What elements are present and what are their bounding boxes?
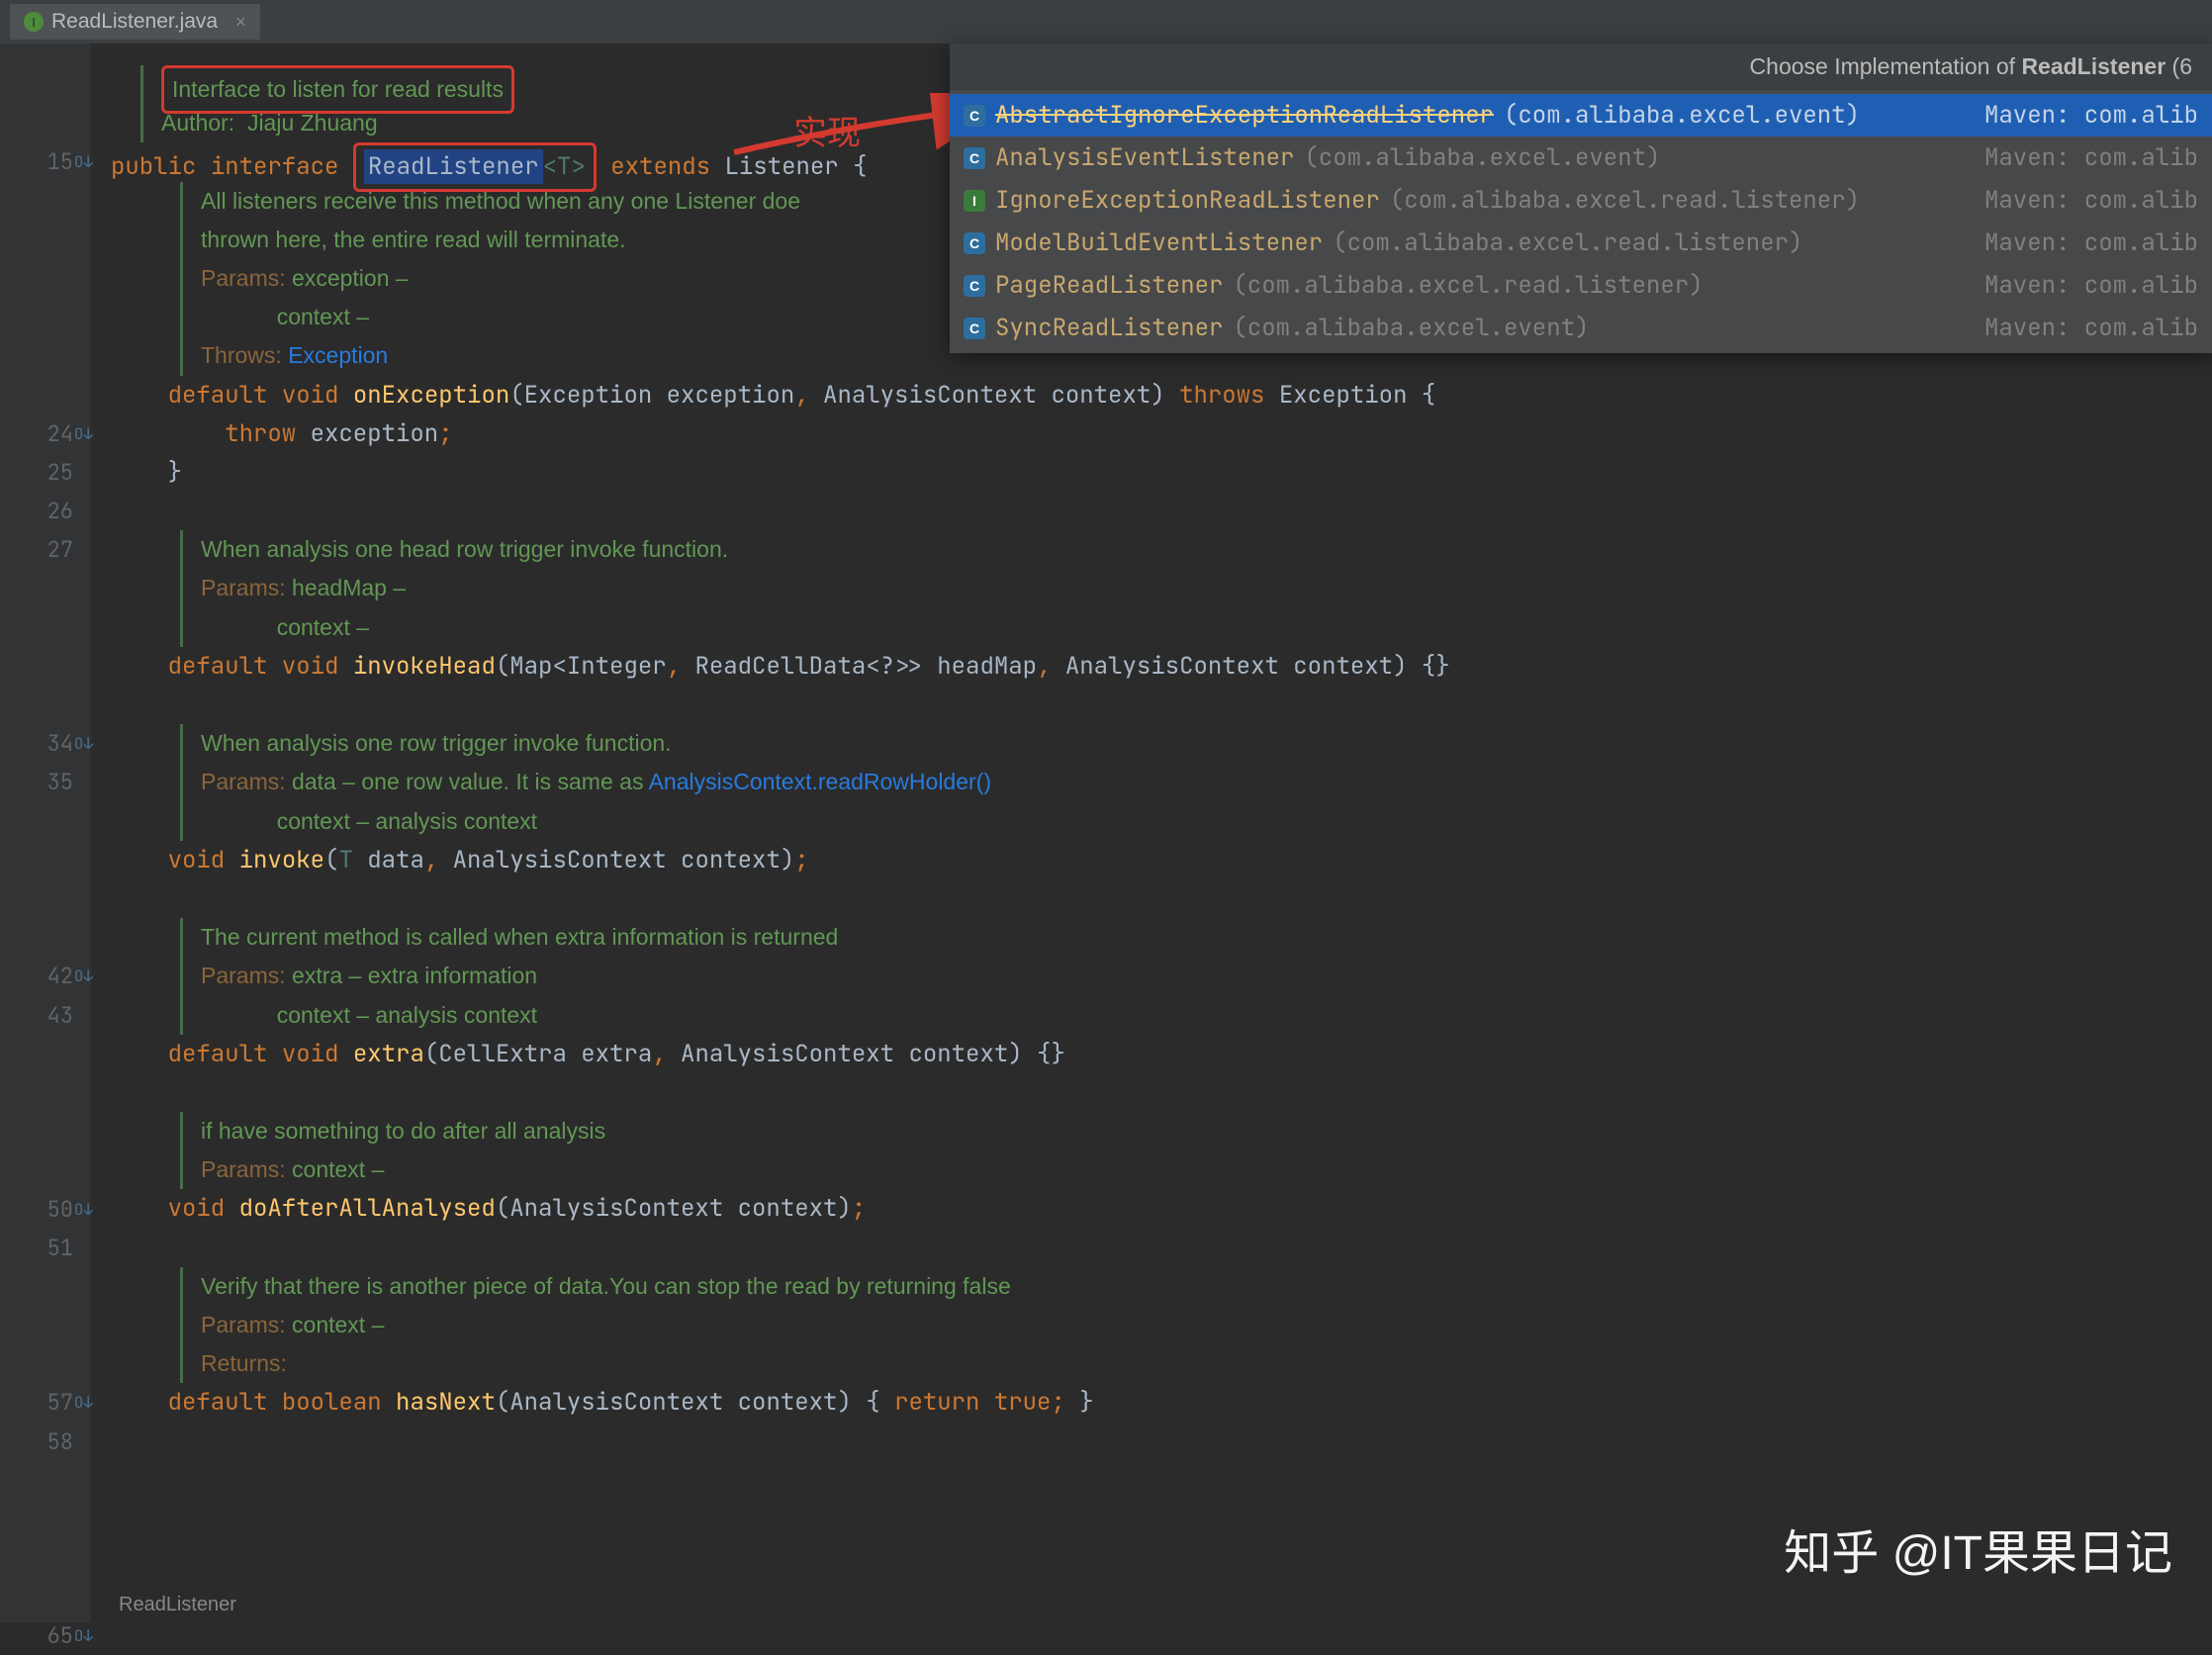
popup-list: C AbstractIgnoreExceptionReadListener (co… — [950, 90, 2212, 353]
gutter-line: 50O↓ — [0, 1189, 91, 1228]
gutter-line: 58 — [0, 1423, 91, 1461]
code-line-43[interactable] — [91, 879, 2212, 918]
code-line-35[interactable] — [91, 686, 2212, 724]
item-maven: Maven: com.alib — [1984, 228, 2198, 258]
breadcrumb[interactable]: ReadListener — [119, 1594, 236, 1616]
item-package: (com.alibaba.excel.event) — [1304, 142, 1660, 173]
interface-icon: I — [964, 190, 985, 212]
class-icon: C — [964, 275, 985, 297]
item-name: AnalysisEventListener — [995, 142, 1294, 173]
gutter-line — [0, 221, 91, 259]
gutter-line: 26 — [0, 492, 91, 530]
gutter-line — [0, 918, 91, 957]
popup-item[interactable]: C PageReadListener (com.alibaba.excel.rea… — [950, 264, 2212, 307]
code-line-27[interactable] — [91, 492, 2212, 530]
gutter-line: 15O↓ — [0, 142, 91, 181]
gutter-line: 25 — [0, 453, 91, 492]
item-name: ModelBuildEventListener — [995, 228, 1323, 258]
code-line-42[interactable]: void invoke(T data, AnalysisContext cont… — [91, 841, 2212, 879]
gutter-line — [0, 802, 91, 841]
gutter-line: 24O↓ — [0, 414, 91, 453]
code-line-51[interactable] — [91, 1073, 2212, 1112]
gutter-line — [0, 1112, 91, 1150]
gutter-line — [0, 686, 91, 724]
item-package: (com.alibaba.excel.event) — [1504, 100, 1860, 131]
popup-item[interactable]: I IgnoreExceptionReadListener (com.alibab… — [950, 179, 2212, 222]
gutter-line — [0, 879, 91, 918]
code-line-25[interactable]: throw exception; — [91, 414, 2212, 453]
code-line-34[interactable]: default void invokeHead(Map<Integer, Rea… — [91, 647, 2212, 686]
override-icon[interactable]: O↓ — [74, 1625, 93, 1646]
gutter-line — [0, 1344, 91, 1383]
popup-item[interactable]: C SyncReadListener (com.alibaba.excel.eve… — [950, 307, 2212, 349]
item-maven: Maven: com.alib — [1984, 142, 2198, 173]
gutter-line — [0, 1073, 91, 1112]
gutter-line: 42O↓ — [0, 957, 91, 995]
code-line-50[interactable]: default void extra(CellExtra extra, Anal… — [91, 1035, 2212, 1073]
item-name: IgnoreExceptionReadListener — [995, 185, 1380, 216]
item-package: (com.alibaba.excel.read.listener) — [1333, 228, 1802, 258]
gutter-line — [0, 1267, 91, 1306]
gutter-line — [0, 104, 91, 142]
item-package: (com.alibaba.excel.read.listener) — [1233, 270, 1703, 301]
gutter-line — [0, 1577, 91, 1615]
item-name: PageReadListener — [995, 270, 1223, 301]
gutter-line — [0, 841, 91, 879]
item-package: (com.alibaba.excel.read.listener) — [1390, 185, 1860, 216]
gutter-line — [0, 182, 91, 221]
gutter-line — [0, 1035, 91, 1073]
code-line-58[interactable] — [91, 1229, 2212, 1267]
implementation-popup: Choose Implementation of ReadListener (6… — [950, 44, 2212, 353]
interface-icon: I — [24, 12, 44, 32]
popup-item[interactable]: C AnalysisEventListener (com.alibaba.exce… — [950, 137, 2212, 179]
gutter-line: 51 — [0, 1229, 91, 1267]
gutter-line — [0, 336, 91, 375]
popup-title: Choose Implementation of ReadListener (6 — [950, 44, 2212, 90]
class-icon: C — [964, 232, 985, 254]
class-icon: C — [964, 147, 985, 169]
item-name: SyncReadListener — [995, 313, 1223, 343]
gutter-line: 43 — [0, 996, 91, 1035]
item-maven: Maven: com.alib — [1984, 185, 2198, 216]
gutter-line: 27 — [0, 530, 91, 569]
class-icon: C — [964, 318, 985, 339]
popup-item[interactable]: C ModelBuildEventListener (com.alibaba.ex… — [950, 222, 2212, 264]
gutter-line: 34O↓ — [0, 724, 91, 763]
gutter-line — [0, 569, 91, 607]
watermark: 知乎 @IT果果日记 — [1784, 1514, 2172, 1583]
annotation-label: 实现 — [793, 115, 861, 153]
gutter-line — [0, 376, 91, 414]
code-line-65[interactable]: default boolean hasNext(AnalysisContext … — [91, 1383, 2212, 1422]
file-tab[interactable]: I ReadListener.java × — [10, 4, 260, 40]
gutter-line — [0, 1538, 91, 1577]
tab-bar: I ReadListener.java × — [0, 0, 2212, 44]
code-line-26[interactable]: } — [91, 453, 2212, 492]
gutter-line — [0, 1461, 91, 1500]
item-maven: Maven: com.alib — [1984, 313, 2198, 343]
class-icon: C — [964, 105, 985, 127]
popup-item[interactable]: C AbstractIgnoreExceptionReadListener (co… — [950, 94, 2212, 137]
gutter-line: 65O↓ — [0, 1616, 91, 1655]
item-maven: Maven: com.alib — [1984, 100, 2198, 131]
gutter-line — [0, 65, 91, 104]
gutter-line — [0, 1500, 91, 1538]
gutter-line — [0, 259, 91, 298]
gutter-line: 35 — [0, 763, 91, 801]
item-name: AbstractIgnoreExceptionReadListener — [995, 100, 1494, 131]
gutter-line: 57O↓ — [0, 1383, 91, 1422]
gutter-line — [0, 647, 91, 686]
close-icon[interactable]: × — [235, 12, 246, 33]
code-line-24[interactable]: default void onException(Exception excep… — [91, 376, 2212, 414]
gutter-line — [0, 1306, 91, 1344]
gutter: 15O↓24O↓25262734O↓3542O↓4350O↓5157O↓5865… — [0, 44, 91, 1622]
item-maven: Maven: com.alib — [1984, 270, 2198, 301]
code-line-57[interactable]: void doAfterAllAnalysed(AnalysisContext … — [91, 1189, 2212, 1228]
gutter-line — [0, 1150, 91, 1189]
gutter-line — [0, 298, 91, 336]
tab-filename: ReadListener.java — [51, 10, 218, 34]
item-package: (com.alibaba.excel.event) — [1233, 313, 1589, 343]
gutter-line — [0, 608, 91, 647]
